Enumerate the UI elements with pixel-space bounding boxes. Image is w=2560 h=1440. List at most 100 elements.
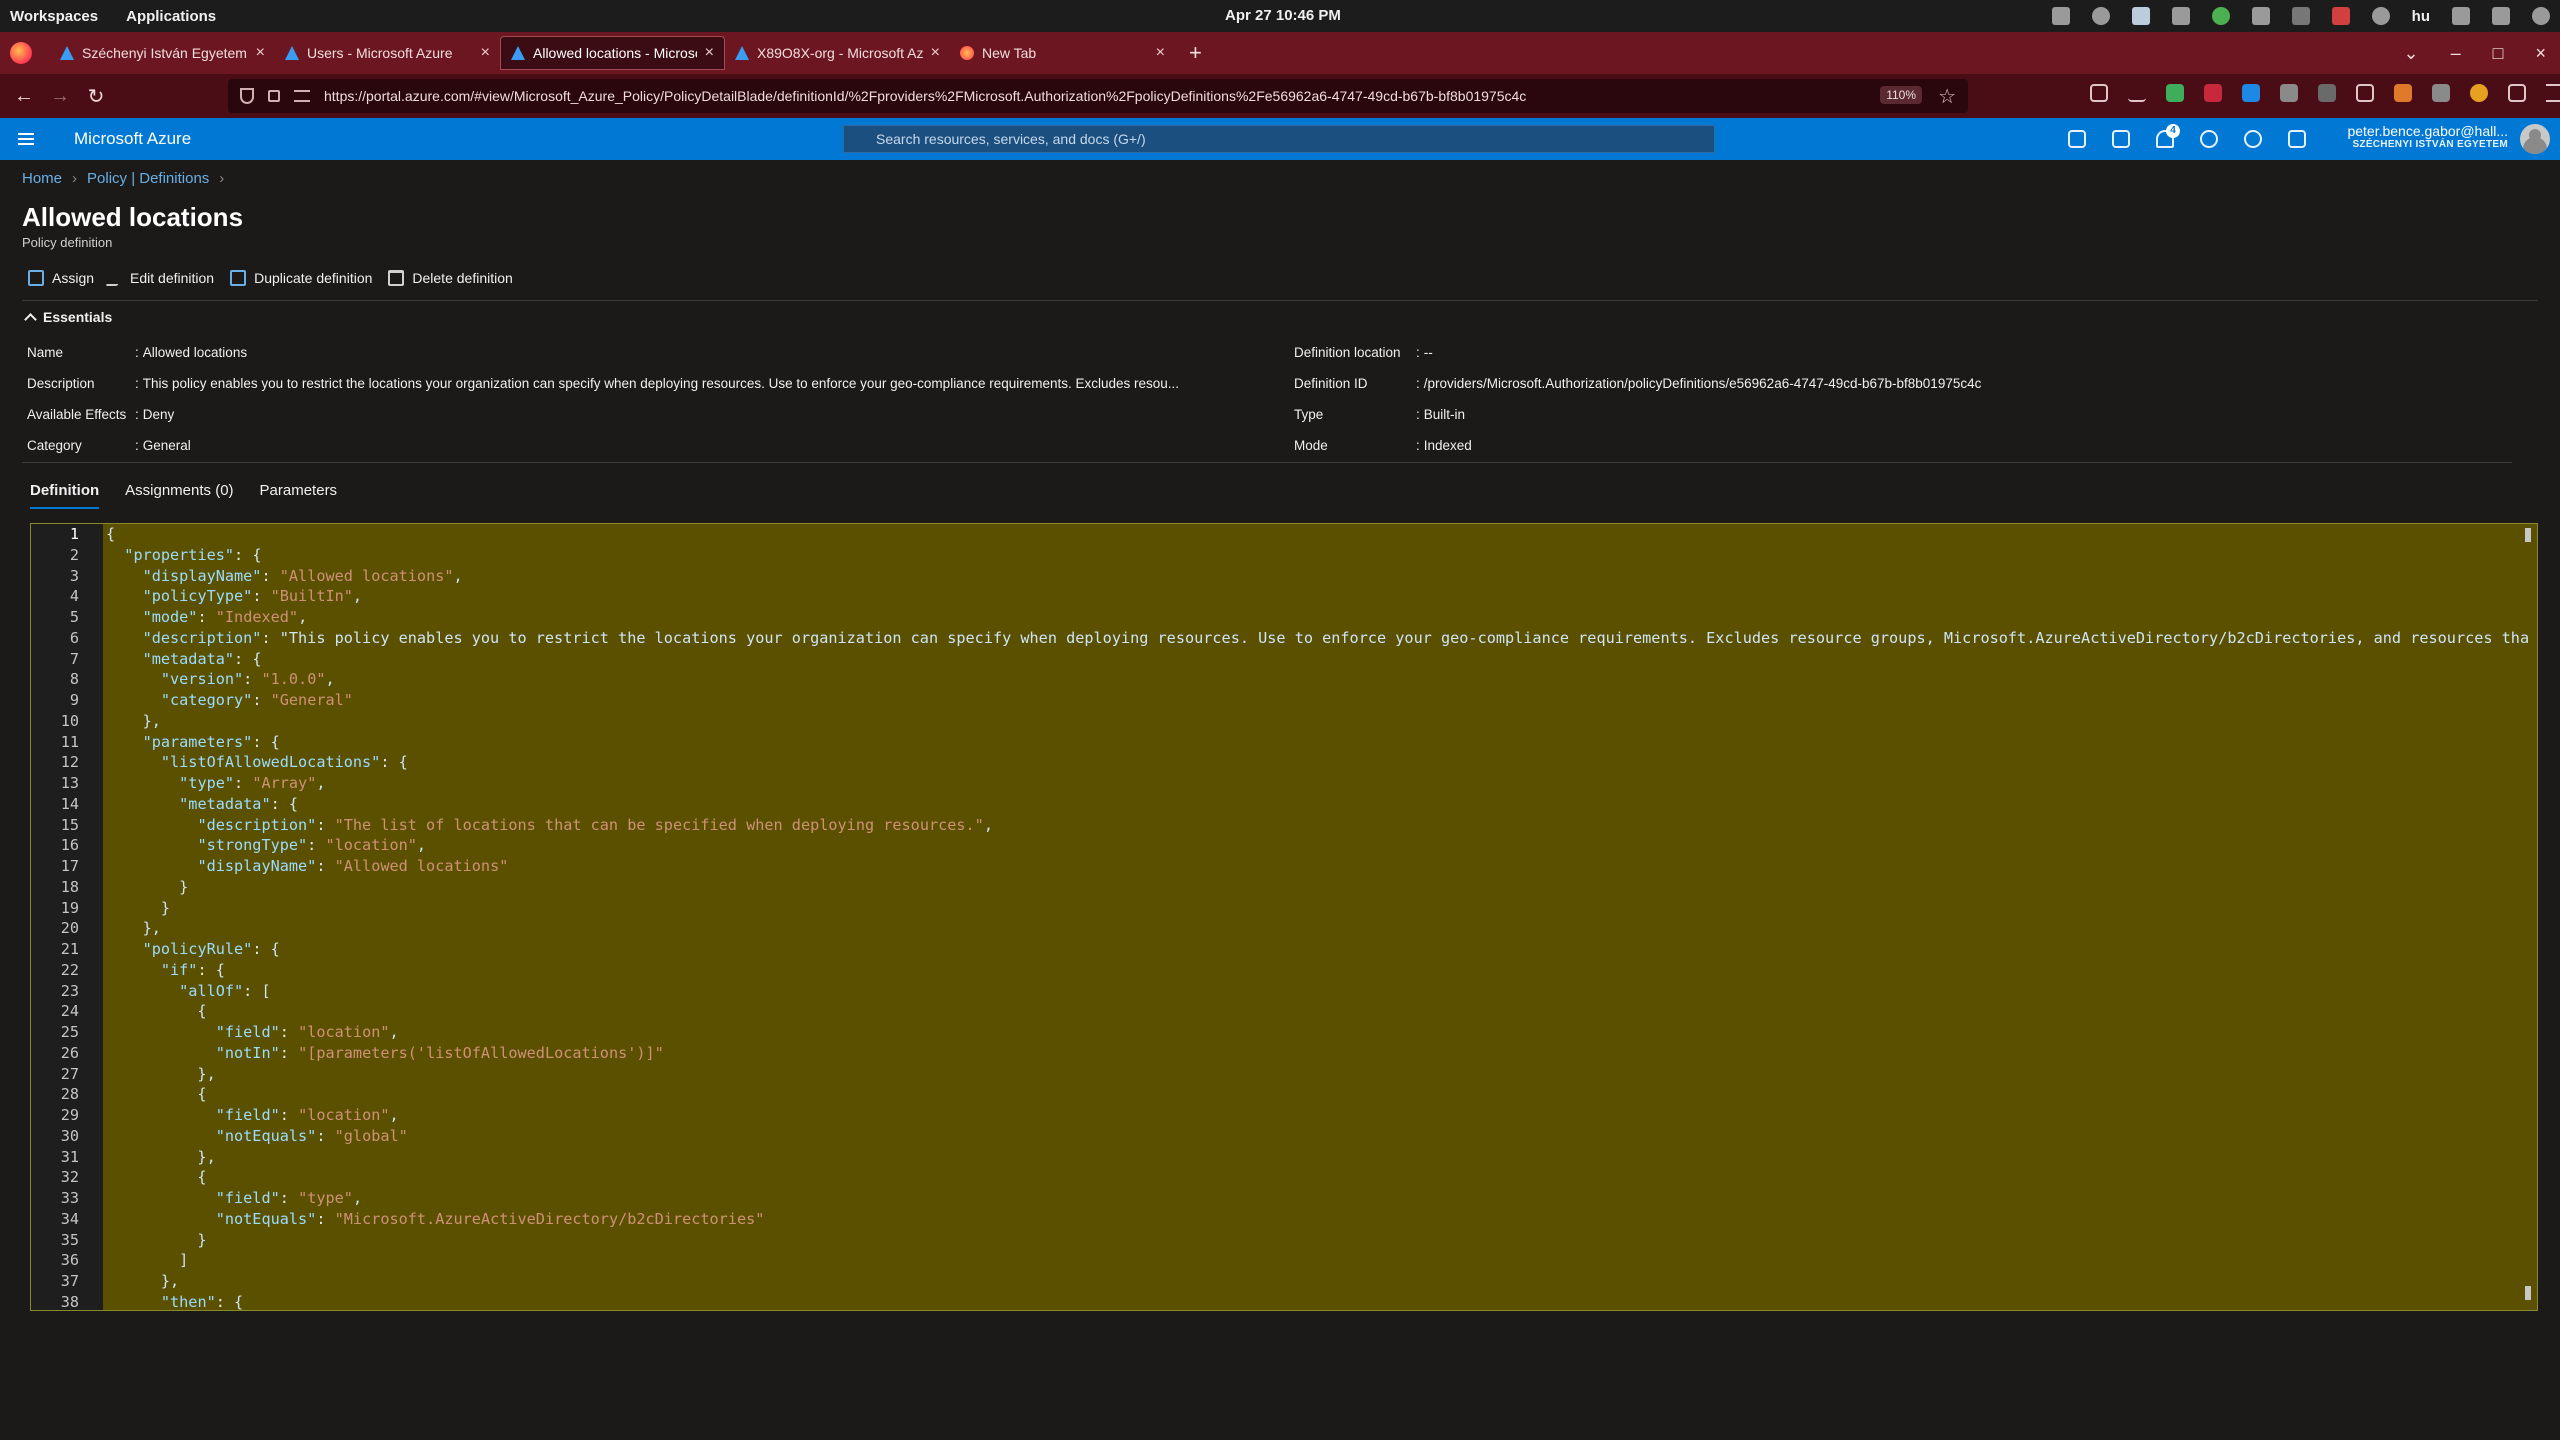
clock[interactable]: Apr 27 10:46 PM — [1225, 0, 1341, 32]
code-line[interactable]: "description": "The list of locations th… — [106, 816, 993, 834]
extension-icon[interactable] — [2242, 84, 2260, 102]
code-line[interactable]: "metadata": { — [106, 795, 298, 813]
code-line[interactable]: }, — [106, 1065, 215, 1083]
extension-icon[interactable] — [2394, 84, 2412, 102]
extension-icon[interactable] — [2356, 84, 2374, 102]
code-line[interactable]: } — [106, 1231, 206, 1249]
power-icon[interactable] — [2532, 7, 2550, 25]
close-tab-icon[interactable]: × — [931, 44, 940, 62]
settings-gear-icon[interactable] — [2200, 130, 2218, 148]
code-line[interactable]: "if": { — [106, 961, 225, 979]
code-line[interactable]: "field": "location", — [106, 1023, 399, 1041]
extensions-puzzle-icon[interactable] — [2508, 84, 2526, 102]
tray-app-icon[interactable] — [2291, 7, 2310, 25]
url-bar[interactable]: https://portal.azure.com/#view/Microsoft… — [228, 79, 1968, 113]
code-line[interactable]: "listOfAllowedLocations": { — [106, 753, 408, 771]
tray-app-icon[interactable] — [2331, 7, 2350, 25]
browser-tab[interactable]: X89O8X-org - Microsoft Azu × — [725, 36, 950, 70]
code-line[interactable]: "policyType": "BuiltIn", — [106, 587, 363, 605]
code-line[interactable]: }, — [106, 919, 161, 937]
code-line[interactable]: ] — [106, 1251, 188, 1269]
applications-menu[interactable]: Applications — [126, 8, 216, 25]
code-line[interactable]: "allOf": [ — [106, 982, 270, 1000]
close-tab-icon[interactable]: × — [705, 44, 714, 62]
download-icon[interactable] — [2128, 84, 2146, 102]
close-tab-icon[interactable]: × — [256, 44, 265, 62]
permissions-icon[interactable] — [294, 90, 310, 102]
reload-icon[interactable]: ↻ — [78, 84, 114, 109]
code-line[interactable]: "version": "1.0.0", — [106, 670, 335, 688]
new-tab-button[interactable]: + — [1189, 40, 1202, 66]
display-icon[interactable] — [2452, 7, 2470, 25]
cloud-shell-icon[interactable] — [2068, 130, 2086, 148]
code-line[interactable]: "description": "This policy enables you … — [106, 629, 2530, 647]
edit-definition-button[interactable]: Edit definition — [105, 270, 214, 286]
close-tab-icon[interactable]: × — [481, 44, 490, 62]
back-icon[interactable]: ← — [6, 85, 42, 108]
search-input[interactable] — [843, 125, 1715, 153]
breadcrumb-policy-definitions[interactable]: Policy | Definitions — [87, 170, 209, 187]
essentials-toggle[interactable]: Essentials — [24, 309, 112, 326]
azure-brand[interactable]: Microsoft Azure — [74, 129, 191, 149]
json-code-editor[interactable]: 1 2 3 4 5 6 7 8 9 10 11 12 13 14 15 16 17 18 19 20 21 22 23 24 2… — [30, 523, 2538, 1311]
code-line[interactable]: "then": { — [106, 1293, 243, 1310]
avatar[interactable] — [2520, 124, 2550, 154]
tab-assignments[interactable]: Assignments (0) — [125, 482, 233, 509]
code-line[interactable]: } — [106, 899, 170, 917]
workspaces-menu[interactable]: Workspaces — [10, 8, 98, 25]
lock-icon[interactable] — [268, 90, 280, 102]
tray-app-icon[interactable] — [2131, 7, 2150, 25]
tab-definition[interactable]: Definition — [30, 482, 100, 509]
browser-tab-active[interactable]: Allowed locations - Microso × — [500, 36, 725, 70]
extension-icon[interactable] — [2318, 84, 2336, 102]
code-line[interactable]: "parameters": { — [106, 733, 280, 751]
forward-icon[interactable]: → — [42, 85, 78, 108]
code-line[interactable]: }, — [106, 1148, 215, 1166]
code-line[interactable]: "type": "Array", — [106, 774, 325, 792]
url-text[interactable]: https://portal.azure.com/#view/Microsoft… — [324, 88, 1526, 104]
code-line[interactable]: }, — [106, 712, 161, 730]
code-line[interactable]: "strongType": "location", — [106, 836, 426, 854]
extension-icon[interactable] — [2470, 84, 2488, 102]
code-line[interactable]: "field": "location", — [106, 1106, 399, 1124]
keyboard-layout[interactable]: hu — [2412, 8, 2430, 25]
extension-icon[interactable] — [2204, 84, 2222, 102]
code-line[interactable]: "notIn": "[parameters('listOfAllowedLoca… — [106, 1044, 664, 1062]
code-line[interactable]: "displayName": "Allowed locations", — [106, 567, 463, 585]
close-tab-icon[interactable]: × — [1156, 44, 1165, 62]
notifications-icon[interactable]: 4 — [2156, 124, 2180, 148]
code-line[interactable]: "field": "type", — [106, 1189, 362, 1207]
discord-icon[interactable] — [2171, 7, 2190, 25]
code-line[interactable]: { — [106, 1168, 206, 1186]
code-line[interactable]: "notEquals": "Microsoft.AzureActiveDirec… — [106, 1210, 765, 1228]
maximize-icon[interactable]: □ — [2493, 43, 2504, 64]
tray-app-icon[interactable] — [2251, 7, 2270, 25]
code-line[interactable]: } — [106, 878, 188, 896]
code-line[interactable]: "displayName": "Allowed locations" — [106, 857, 508, 875]
minimize-icon[interactable]: – — [2451, 43, 2461, 64]
duplicate-definition-button[interactable]: Duplicate definition — [230, 270, 372, 286]
breadcrumb-home[interactable]: Home — [22, 170, 62, 187]
code-line[interactable]: "metadata": { — [106, 650, 262, 668]
code-line[interactable]: "notEquals": "global" — [106, 1127, 408, 1145]
browser-tab[interactable]: Users - Microsoft Azure × — [275, 36, 500, 70]
close-window-icon[interactable]: × — [2535, 43, 2546, 64]
bookmark-star-icon[interactable]: ☆ — [1938, 84, 1956, 109]
tray-app-icon[interactable] — [2371, 7, 2390, 25]
menu-icon[interactable] — [2546, 84, 2560, 102]
code-line[interactable]: }, — [106, 1272, 179, 1290]
code-line[interactable]: "mode": "Indexed", — [106, 608, 308, 626]
tray-app-icon[interactable] — [2211, 7, 2230, 25]
extension-icon[interactable] — [2280, 84, 2298, 102]
volume-icon[interactable] — [2492, 7, 2510, 25]
assign-button[interactable]: Assign — [28, 270, 94, 286]
scrollbar-thumb[interactable] — [2525, 528, 2531, 542]
code-line[interactable]: { — [106, 1085, 206, 1103]
tab-list-icon[interactable]: ⌄ — [2404, 43, 2419, 64]
portal-menu-icon[interactable] — [18, 130, 34, 148]
code-line[interactable]: "policyRule": { — [106, 940, 280, 958]
scrollbar-thumb[interactable] — [2525, 1286, 2531, 1300]
help-icon[interactable] — [2244, 130, 2262, 148]
tracking-protection-icon[interactable] — [240, 88, 254, 104]
extension-icon[interactable] — [2432, 84, 2450, 102]
